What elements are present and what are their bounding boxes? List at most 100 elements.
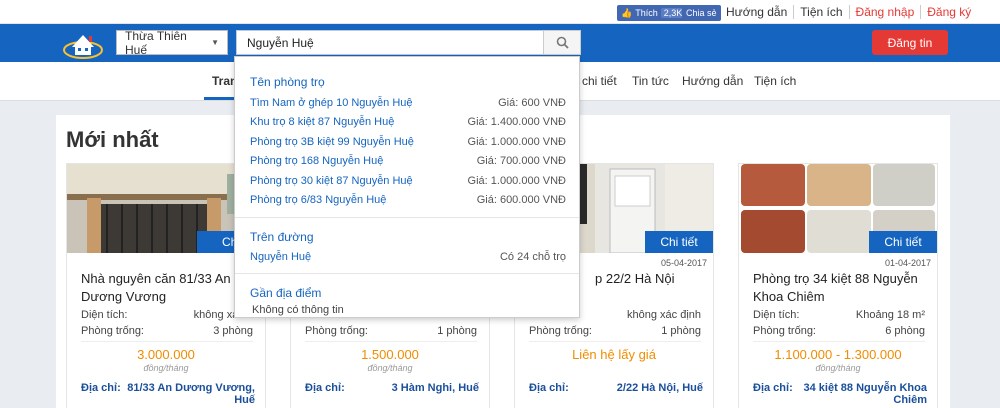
caret-down-icon: ▼ bbox=[211, 38, 219, 47]
rooms-value: 1 phòng bbox=[437, 325, 477, 337]
suggestion-price: Giá: 1.000.000 VNĐ bbox=[467, 136, 566, 148]
rooms-label: Phòng trống: bbox=[529, 325, 592, 337]
detail-button[interactable]: Chi tiết bbox=[869, 231, 937, 253]
nearby-empty-text: Không có thông tin bbox=[252, 304, 344, 316]
nearby-heading: Gần địa điểm bbox=[250, 286, 322, 300]
address-row: Địa chỉ: 2/22 Hà Nội, Huế bbox=[529, 382, 703, 394]
suggestion-price: Giá: 1.000.000 VNĐ bbox=[467, 175, 566, 187]
dropdown-divider bbox=[235, 217, 579, 218]
rooms-value: 1 phòng bbox=[661, 325, 701, 337]
dropdown-divider bbox=[235, 273, 579, 274]
rooms-label: Phòng trống: bbox=[81, 325, 144, 337]
listing-title[interactable]: Phòng trọ 34 kiệt 88 Nguyễn Khoa Chiêm bbox=[753, 270, 929, 306]
nav-item-guide[interactable]: Hướng dẫn bbox=[682, 74, 743, 88]
suggestion-name: Tìm Nam ở ghép 10 Nguyễn Huệ bbox=[250, 97, 413, 109]
address-row: Địa chỉ: 81/33 An Dương Vương, Huế bbox=[81, 382, 255, 406]
listing-title[interactable]: Nhà nguyên căn 81/33 An Dương Vương bbox=[81, 270, 257, 306]
city-select-value: Thừa Thiên Huế bbox=[125, 28, 187, 57]
guide-link[interactable]: Hướng dẫn bbox=[720, 5, 793, 19]
address-label: Địa chỉ: bbox=[81, 382, 121, 394]
address-value: 3 Hàm Nghi, Huế bbox=[391, 382, 479, 394]
suggestion-name: Phòng trọ 30 kiệt 87 Nguyễn Huệ bbox=[250, 175, 413, 187]
search-button[interactable] bbox=[543, 30, 581, 55]
rooms-row: Phòng trống: 1 phòng bbox=[529, 325, 701, 337]
suggestion-item[interactable]: Tìm Nam ở ghép 10 Nguyễn Huệ Giá: 600 VN… bbox=[250, 97, 566, 109]
area-value: không xác định bbox=[627, 309, 701, 321]
section-title: Mới nhất bbox=[66, 127, 159, 152]
register-link[interactable]: Đăng ký bbox=[920, 5, 977, 19]
room-names-heading: Tên phòng trọ bbox=[250, 75, 325, 89]
facebook-like-button[interactable]: 👍 Thích 2,3K bbox=[617, 5, 690, 21]
listing-price: 1.500.000 bbox=[361, 347, 419, 362]
suggestion-price: Giá: 600.000 VNĐ bbox=[476, 194, 566, 206]
suggestion-price: Giá: 1.400.000 VNĐ bbox=[467, 116, 566, 128]
suggestion-price: Giá: 700.000 VNĐ bbox=[476, 155, 566, 167]
rooms-row: Phòng trống: 6 phòng bbox=[753, 325, 925, 337]
listing-price: 1.100.000 - 1.300.000 bbox=[774, 347, 902, 362]
city-select[interactable]: Thừa Thiên Huế ▼ bbox=[116, 28, 228, 57]
rooms-row: Phòng trống: 3 phòng bbox=[81, 325, 253, 337]
area-row: Diện tích: không xác đ bbox=[81, 309, 253, 321]
address-value: 2/22 Hà Nội, Huế bbox=[616, 382, 703, 394]
search-icon bbox=[556, 36, 569, 49]
rooms-value: 6 phòng bbox=[885, 325, 925, 337]
search-input[interactable] bbox=[236, 30, 543, 55]
address-label: Địa chỉ: bbox=[753, 382, 793, 394]
detail-button[interactable]: Chi tiết bbox=[645, 231, 713, 253]
thumbs-up-icon: 👍 bbox=[621, 7, 633, 18]
site-logo[interactable] bbox=[62, 27, 104, 61]
search-suggestions-dropdown: Tên phòng trọ Tìm Nam ở ghép 10 Nguyễn H… bbox=[234, 56, 580, 318]
listing-card[interactable]: Chi tiết 01-04-2017 Phòng trọ 34 kiệt 88… bbox=[738, 163, 938, 408]
price-unit: đồng/tháng bbox=[367, 363, 413, 373]
nav-active-indicator bbox=[204, 97, 234, 100]
listing-date: 05-04-2017 bbox=[660, 258, 707, 268]
address-value: 34 kiệt 88 Nguyễn Khoa Chiêm bbox=[803, 382, 928, 406]
suggestion-name: Phòng trọ 6/83 Nguyễn Huệ bbox=[250, 194, 387, 206]
street-heading: Trên đường bbox=[250, 230, 314, 244]
listing-price: Liên hệ lấy giá bbox=[572, 347, 656, 362]
rooms-row: Phòng trống: 1 phòng bbox=[305, 325, 477, 337]
price-unit: đồng/tháng bbox=[815, 363, 861, 373]
street-count: Có 24 chỗ trọ bbox=[499, 251, 566, 263]
rooms-label: Phòng trống: bbox=[753, 325, 816, 337]
suggestion-item[interactable]: Phòng trọ 168 Nguyễn Huệ Giá: 700.000 VN… bbox=[250, 155, 566, 167]
area-label: Diện tích: bbox=[753, 309, 800, 321]
suggestion-item[interactable]: Phòng trọ 6/83 Nguyễn Huệ Giá: 600.000 V… bbox=[250, 194, 566, 206]
utilities-link[interactable]: Tiện ích bbox=[793, 5, 848, 19]
listing-price: 3.000.000 bbox=[137, 347, 195, 362]
street-suggestion[interactable]: Nguyễn Huệ Có 24 chỗ trọ bbox=[250, 251, 566, 263]
rooms-value: 3 phòng bbox=[213, 325, 253, 337]
address-row: Địa chỉ: 34 kiệt 88 Nguyễn Khoa Chiêm bbox=[753, 382, 927, 406]
listing-title[interactable]: p 22/2 Hà Nội bbox=[595, 270, 705, 288]
top-bar: 👍 Thích 2,3K Chia sẻ Hướng dẫn Tiện ích … bbox=[0, 0, 1000, 24]
post-listing-button[interactable]: Đăng tin bbox=[872, 30, 948, 55]
nav-item-detail[interactable]: chi tiết bbox=[582, 74, 617, 88]
suggestion-item[interactable]: Phòng trọ 30 kiệt 87 Nguyễn Huệ Giá: 1.0… bbox=[250, 175, 566, 187]
address-label: Địa chỉ: bbox=[529, 382, 569, 394]
house-logo-icon bbox=[63, 35, 103, 59]
divider bbox=[81, 341, 253, 342]
street-name: Nguyễn Huệ bbox=[250, 251, 312, 263]
area-row: Diện tích: Khoảng 18 m² bbox=[753, 309, 925, 321]
address-row: Địa chỉ: 3 Hàm Nghi, Huế bbox=[305, 382, 479, 394]
rooms-label: Phòng trống: bbox=[305, 325, 368, 337]
search-box bbox=[236, 30, 581, 55]
facebook-like-label: Thích bbox=[635, 8, 658, 18]
nav-item-news[interactable]: Tin tức bbox=[632, 74, 669, 88]
divider bbox=[305, 341, 477, 342]
nav-item-utilities[interactable]: Tiện ích bbox=[754, 74, 796, 88]
suggestion-price: Giá: 600 VNĐ bbox=[498, 97, 566, 109]
address-value: 81/33 An Dương Vương, Huế bbox=[127, 382, 255, 406]
facebook-share-button[interactable]: Chia sẻ bbox=[682, 5, 721, 21]
suggestion-name: Khu trọ 8 kiệt 87 Nguyễn Huệ bbox=[250, 116, 395, 128]
suggestion-item[interactable]: Phòng trọ 3B kiệt 99 Nguyễn Huệ Giá: 1.0… bbox=[250, 136, 566, 148]
area-value: Khoảng 18 m² bbox=[855, 309, 925, 321]
top-links: Hướng dẫn Tiện ích Đăng nhập Đăng ký bbox=[720, 5, 977, 19]
suggestion-item[interactable]: Khu trọ 8 kiệt 87 Nguyễn Huệ Giá: 1.400.… bbox=[250, 116, 566, 128]
suggestion-name: Phòng trọ 168 Nguyễn Huệ bbox=[250, 155, 384, 167]
suggestion-name: Phòng trọ 3B kiệt 99 Nguyễn Huệ bbox=[250, 136, 414, 148]
price-unit: đồng/tháng bbox=[143, 363, 189, 373]
listing-date: 01-04-2017 bbox=[884, 258, 931, 268]
divider bbox=[529, 341, 701, 342]
login-link[interactable]: Đăng nhập bbox=[848, 5, 921, 19]
